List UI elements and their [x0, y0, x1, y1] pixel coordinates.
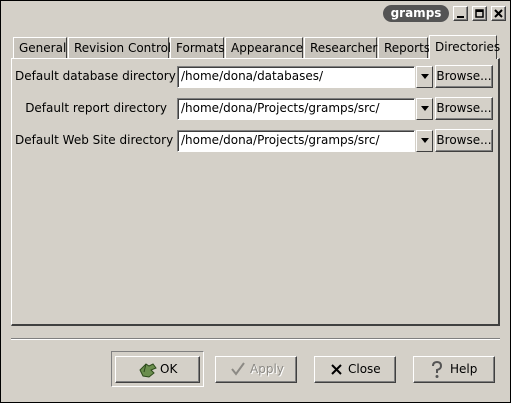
minimize-button[interactable] — [453, 6, 468, 21]
database-directory-input[interactable]: /home/dona/databases/ — [177, 66, 415, 88]
website-directory-input[interactable]: /home/dona/Projects/gramps/src/ — [177, 130, 415, 152]
apply-label: Apply — [250, 362, 284, 376]
help-question-icon — [432, 361, 443, 378]
database-directory-dropdown[interactable] — [416, 66, 433, 88]
report-directory-input[interactable]: /home/dona/Projects/gramps/src/ — [177, 98, 415, 120]
tab-general[interactable]: General — [13, 37, 67, 59]
close-button[interactable]: Close — [314, 356, 396, 383]
tab-directories[interactable]: Directories — [429, 35, 500, 59]
database-directory-label: Default database directory — [15, 69, 176, 83]
ok-hand-icon — [139, 363, 157, 378]
tab-reports[interactable]: Reports — [378, 37, 430, 59]
report-directory-dropdown[interactable] — [416, 98, 433, 120]
maximize-icon — [475, 9, 484, 18]
tab-appearance[interactable]: Appearance — [225, 37, 303, 59]
browse-report-button[interactable]: Browse... — [435, 97, 493, 120]
tab-formats[interactable]: Formats — [170, 37, 225, 59]
window-title: gramps — [383, 5, 449, 22]
minimize-icon — [457, 16, 464, 18]
tab-revision-control[interactable]: Revision Control — [68, 37, 171, 59]
website-directory-label: Default Web Site directory — [15, 133, 174, 147]
ok-button[interactable]: OK — [115, 356, 200, 383]
apply-button[interactable]: Apply — [215, 356, 297, 383]
separator — [11, 338, 500, 340]
website-directory-dropdown[interactable] — [416, 130, 433, 152]
chevron-down-icon — [421, 106, 429, 111]
chevron-down-icon — [421, 74, 429, 79]
help-label: Help — [450, 362, 478, 376]
report-directory-combo: /home/dona/Projects/gramps/src/ — [177, 98, 433, 120]
close-x-icon — [331, 364, 342, 375]
report-directory-label: Default report directory — [25, 101, 167, 115]
close-icon — [494, 9, 503, 18]
title-bar[interactable]: gramps — [2, 2, 509, 24]
preferences-window: gramps General Revision Control Formats … — [0, 0, 511, 403]
website-directory-combo: /home/dona/Projects/gramps/src/ — [177, 130, 433, 152]
database-directory-combo: /home/dona/databases/ — [177, 66, 433, 88]
close-window-button[interactable] — [491, 6, 506, 21]
help-button[interactable]: Help — [413, 356, 495, 383]
ok-label: OK — [160, 362, 178, 376]
tab-researcher[interactable]: Researcher — [304, 37, 377, 59]
checkmark-icon — [231, 362, 245, 376]
close-label: Close — [348, 362, 381, 376]
browse-database-button[interactable]: Browse... — [435, 65, 493, 88]
browse-website-button[interactable]: Browse... — [435, 129, 493, 152]
maximize-button[interactable] — [472, 6, 487, 21]
chevron-down-icon — [421, 138, 429, 143]
